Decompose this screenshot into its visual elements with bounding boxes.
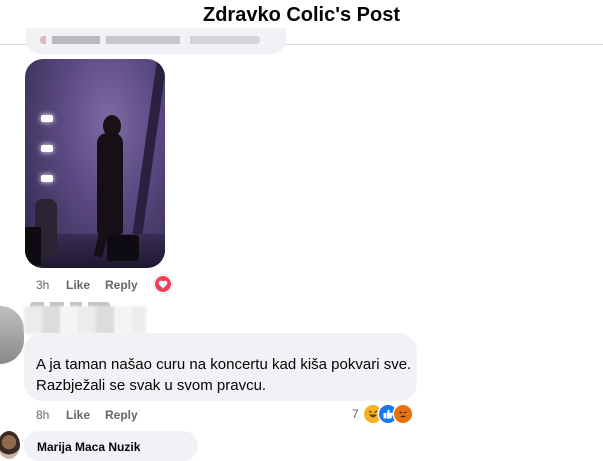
like-button[interactable]: Like [66,408,90,422]
blurred-author-name [24,306,146,334]
page-title: Zdravko Colic's Post [202,4,401,26]
comment-author-name[interactable]: Marija Maca Nuzik [37,440,140,454]
next-comment-bubble: Marija Maca Nuzik [24,431,198,461]
previous-comment-bubble [26,28,286,54]
reaction-count: 7 [352,407,359,421]
angry-reaction-icon [394,405,412,423]
comment-time[interactable]: 3h [36,278,49,292]
reaction-summary[interactable]: 7 [352,404,418,424]
reply-button[interactable]: Reply [105,408,138,422]
comment-bubble: A ja taman našao curu na koncertu kad ki… [24,333,417,401]
love-reaction-icon[interactable] [154,275,172,293]
comment-text: A ja taman našao curu na koncertu kad ki… [36,356,412,394]
comment-time[interactable]: 8h [36,408,49,422]
avatar[interactable] [0,431,20,459]
reply-button[interactable]: Reply [105,278,138,292]
avatar[interactable] [0,306,24,364]
comment-photo[interactable] [25,59,165,268]
like-button[interactable]: Like [66,278,90,292]
